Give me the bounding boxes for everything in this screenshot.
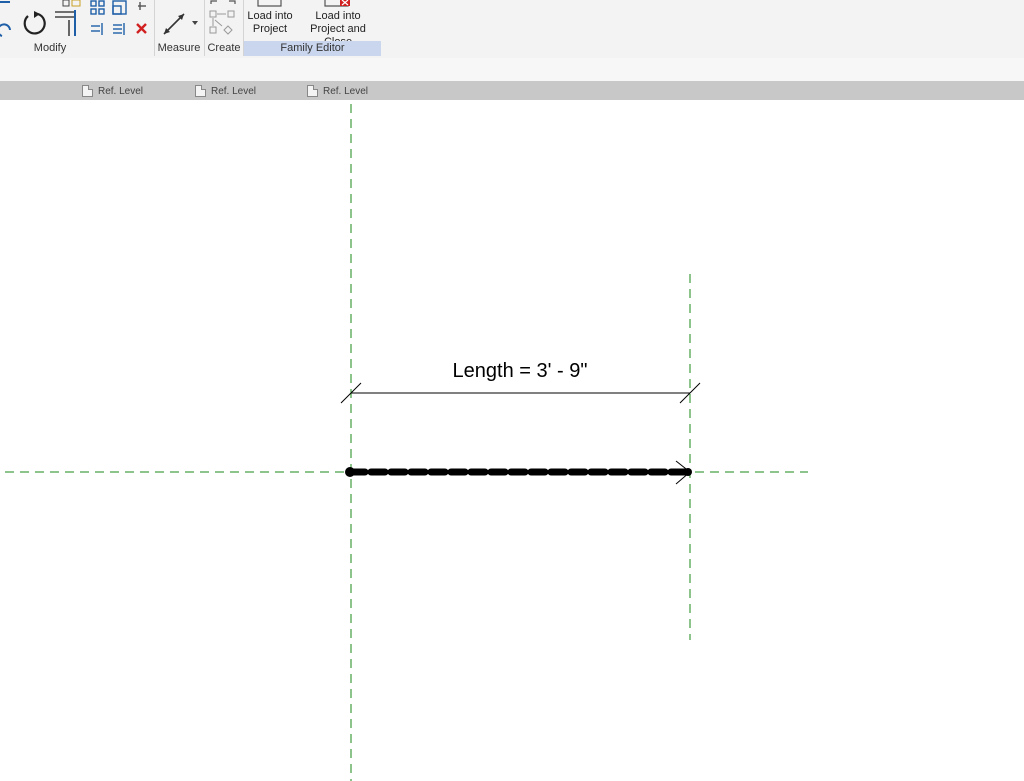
measure-icon[interactable] [160,8,190,38]
rebar-line[interactable] [345,460,692,485]
view-tab-label: Ref. Level [323,85,369,97]
load-into-project-label-line2: Project [252,23,288,35]
document-icon [195,85,206,97]
load-and-close-label-line1: Load into [315,10,361,22]
split-element-icon[interactable] [90,21,106,37]
array-icon[interactable] [90,0,106,16]
panel-label-measure: Measure [157,42,201,54]
scale-icon[interactable] [112,0,128,16]
offset-icon[interactable] [0,16,14,38]
view-tab[interactable]: Ref. Level [195,83,256,99]
panel-label-modify: Modify [33,42,67,54]
load-into-project-button[interactable]: Load into Project [245,10,295,36]
view-tab[interactable]: Ref. Level [82,83,143,99]
drawing-canvas[interactable] [0,100,1024,781]
pin-icon[interactable] [135,0,149,16]
copy-icon[interactable] [62,0,84,8]
measure-dropdown-icon[interactable] [192,20,198,26]
options-bar [0,58,1024,81]
load-into-project-icon[interactable] [257,0,283,8]
delete-icon[interactable] [135,22,148,35]
document-icon [307,85,318,97]
rotate-icon[interactable] [20,10,48,38]
panel-label-family-editor: Family Editor [244,41,381,56]
panel-label-create: Create [207,42,241,54]
create-icon[interactable] [208,0,238,36]
dimension-label[interactable]: Length = 3' - 9" [380,360,660,383]
view-tab[interactable]: Ref. Level [307,83,368,99]
align-icon[interactable] [0,0,20,12]
split-gap-icon[interactable] [112,21,128,37]
view-tab-label: Ref. Level [98,85,144,97]
view-tab-bar [0,81,1024,100]
length-dimension[interactable] [340,382,701,404]
trim-extend-icon[interactable] [53,8,83,38]
load-into-project-label-line1: Load into [247,10,293,22]
load-and-close-icon[interactable] [324,0,354,8]
view-tab-label: Ref. Level [211,85,257,97]
document-icon [82,85,93,97]
ribbon: Modify Measure Create Load into Project [0,0,1024,59]
